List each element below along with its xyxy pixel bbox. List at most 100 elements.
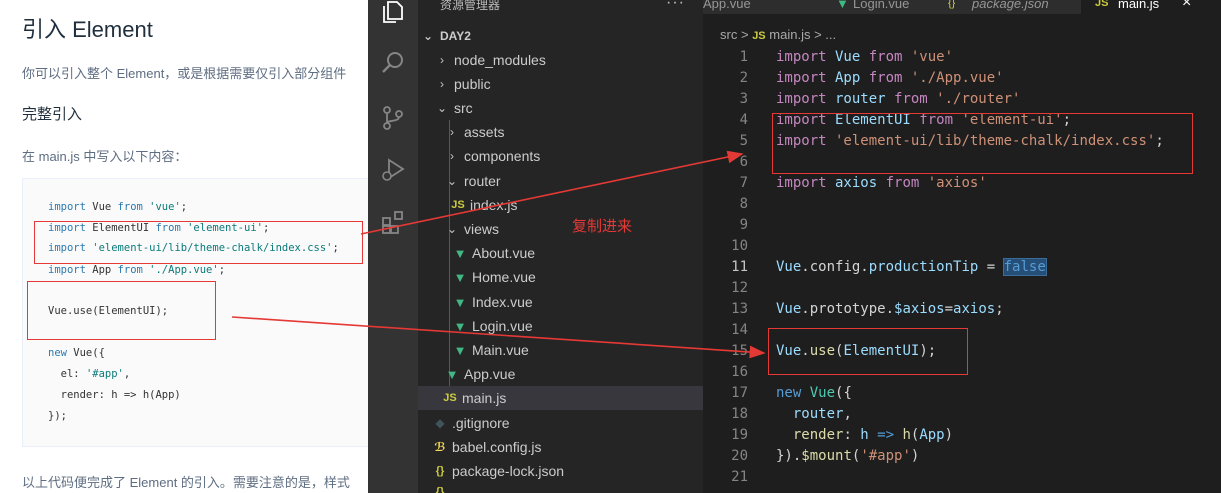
documentation-page: 引入 Element 你可以引入整个 Element，或是根据需要仅引入部分组件… xyxy=(0,0,369,493)
line-number: 15 xyxy=(731,343,748,359)
extensions-icon[interactable] xyxy=(379,208,407,236)
line-number: 8 xyxy=(739,196,748,212)
vue-file-icon: ▼ xyxy=(445,366,459,382)
section-heading: 完整引入 xyxy=(22,106,83,123)
breadcrumb-folder[interactable]: src xyxy=(720,27,737,42)
explorer-title: 资源管理器 xyxy=(440,0,501,12)
line-number: 12 xyxy=(731,280,748,296)
chevron-right-icon: › xyxy=(440,53,444,67)
code-line: router, xyxy=(792,406,852,422)
js-file-icon: JS xyxy=(443,392,457,404)
tree-folder-components[interactable]: › components xyxy=(418,144,703,168)
source-control-icon[interactable] xyxy=(379,104,407,132)
tree-folder-public[interactable]: › public xyxy=(418,72,703,96)
line-number: 14 xyxy=(731,322,748,338)
tree-file-index-vue[interactable]: ▼ Index.vue xyxy=(418,290,703,314)
tab-app-vue[interactable]: App.vue xyxy=(703,0,813,14)
vue-file-icon: ▼ xyxy=(453,245,467,261)
tree-file-cutoff: {} xyxy=(418,484,703,493)
tree-file-app-vue[interactable]: ▼ App.vue xyxy=(418,362,703,386)
tree-file-babel-config[interactable]: ℬbabel.config.js xyxy=(418,435,703,459)
js-file-icon: JS xyxy=(451,199,465,211)
annotation-label: 复制进来 xyxy=(572,218,633,235)
chevron-right-icon: › xyxy=(450,149,454,163)
highlight-box-vue-use xyxy=(27,281,216,340)
code-line: render: h => h(App) xyxy=(792,427,954,443)
code-line: el: '#app', xyxy=(48,368,131,380)
code-line: import router from './router' xyxy=(776,91,1021,107)
line-number: 13 xyxy=(731,301,748,317)
tree-folder-node-modules[interactable]: › node_modules xyxy=(418,48,703,72)
search-icon[interactable] xyxy=(379,49,407,77)
code-line: import App from './App.vue' xyxy=(776,70,1004,86)
selected-token: false xyxy=(1002,258,1047,276)
breadcrumb-file[interactable]: main.js xyxy=(769,27,810,42)
line-number: 18 xyxy=(731,406,748,422)
chevron-down-icon: ⌄ xyxy=(422,29,434,43)
tree-root-day2[interactable]: ⌄ DAY2 xyxy=(418,24,703,48)
tab-bar: App.vue ▼ Login.vue {} package.json JS main… xyxy=(703,0,1221,14)
line-number: 9 xyxy=(739,217,748,233)
chevron-right-icon: › xyxy=(450,125,454,139)
instruction-text: 在 main.js 中写入以下内容： xyxy=(22,149,188,164)
code-line: new Vue({ xyxy=(776,385,852,401)
line-number: 3 xyxy=(739,91,748,107)
js-file-icon: JS xyxy=(752,30,766,42)
code-line-current: Vue.config.productionTip = false xyxy=(776,258,1047,276)
tree-file-main-js[interactable]: JS main.js xyxy=(418,386,703,410)
tree-file-main-vue[interactable]: ▼ Main.vue xyxy=(418,338,703,362)
code-line: import Vue from 'vue' xyxy=(776,49,954,65)
line-number: 17 xyxy=(731,385,748,401)
line-number: 19 xyxy=(731,427,748,443)
chevron-down-icon: ⌄ xyxy=(436,101,448,115)
js-file-icon: JS xyxy=(1095,0,1109,9)
chevron-down-icon: ⌄ xyxy=(446,174,458,188)
babel-file-icon: ℬ xyxy=(434,440,446,454)
close-tab-icon[interactable]: × xyxy=(1182,0,1191,12)
line-number: 1 xyxy=(739,49,748,65)
tab-package-json[interactable]: {} package.json xyxy=(944,0,1078,14)
vue-file-icon: ▼ xyxy=(453,318,467,334)
line-number: 4 xyxy=(739,112,748,128)
explorer-panel: 资源管理器 ··· ⌄ DAY2 › node_modules › public ⌄ s… xyxy=(418,0,703,493)
code-line: new Vue({ xyxy=(48,347,105,359)
tree-folder-src[interactable]: ⌄ src xyxy=(418,96,703,120)
code-line: }).$mount('#app') xyxy=(776,448,920,464)
tree-file-login-vue[interactable]: ▼ Login.vue xyxy=(418,314,703,338)
run-debug-icon[interactable] xyxy=(379,156,407,184)
breadcrumb-separator: > xyxy=(740,27,749,42)
chevron-right-icon: › xyxy=(440,77,444,91)
tab-main-js[interactable]: JS main.js × xyxy=(1081,0,1221,14)
vue-file-icon: ▼ xyxy=(453,269,467,285)
line-number: 20 xyxy=(731,448,748,464)
more-actions-icon[interactable]: ··· xyxy=(666,0,685,12)
tree-file-router-index[interactable]: JS index.js xyxy=(418,193,703,217)
vue-file-icon: ▼ xyxy=(453,342,467,358)
json-file-icon: {} xyxy=(435,465,445,477)
tree-folder-views[interactable]: ⌄ views xyxy=(418,217,703,241)
tree-file-package-lock[interactable]: {} package-lock.json xyxy=(418,459,703,483)
line-number: 5 xyxy=(739,133,748,149)
editor-area: App.vue ▼ Login.vue {} package.json JS main… xyxy=(703,0,1221,493)
highlight-box-imports xyxy=(34,221,363,264)
explorer-files-icon[interactable] xyxy=(379,0,407,26)
code-line: render: h => h(App) xyxy=(48,389,181,401)
footer-text: 以上代码便完成了 Element 的引入。需要注意的是，样式 xyxy=(22,475,350,490)
tree-folder-router[interactable]: ⌄ router xyxy=(418,169,703,193)
tree-file-about-vue[interactable]: ▼ About.vue xyxy=(418,241,703,265)
json-file-icon: {} xyxy=(948,0,956,9)
highlight-box-pasted-imports xyxy=(772,113,1193,174)
highlight-box-pasted-vue-use xyxy=(768,328,968,375)
tree-file-home-vue[interactable]: ▼ Home.vue xyxy=(418,265,703,289)
line-number: 2 xyxy=(739,70,748,86)
intro-text: 你可以引入整个 Element，或是根据需要仅引入部分组件 xyxy=(22,66,347,81)
breadcrumb-more[interactable]: > ... xyxy=(814,27,836,42)
line-number: 6 xyxy=(739,154,748,170)
tree-file-gitignore[interactable]: ◆ .gitignore xyxy=(418,411,703,435)
activity-bar xyxy=(368,0,418,493)
vue-file-icon: ▼ xyxy=(453,294,467,310)
tree-folder-assets[interactable]: › assets xyxy=(418,120,703,144)
chevron-down-icon: ⌄ xyxy=(446,222,458,236)
tab-login-vue[interactable]: ▼ Login.vue xyxy=(816,0,941,14)
code-line: import Vue from 'vue'; xyxy=(48,201,188,213)
